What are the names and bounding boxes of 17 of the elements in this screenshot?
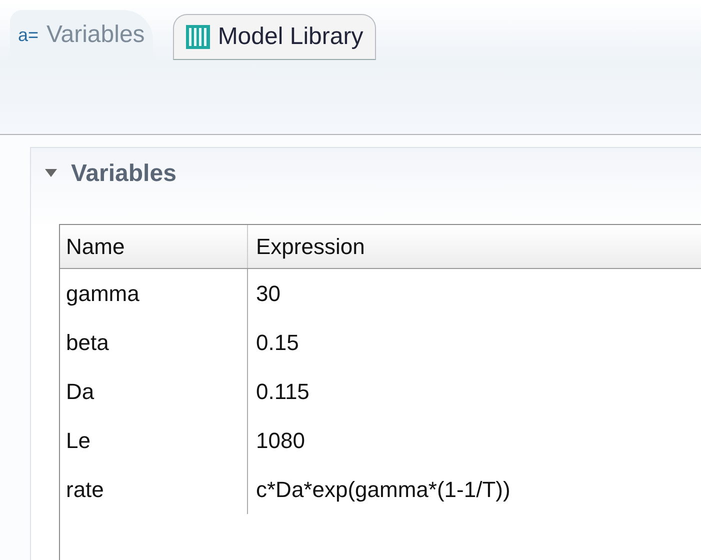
table-cell-text: c*Da*exp(gamma*(1-1/T)) [255, 476, 512, 504]
table-cell-text: 30 [255, 280, 282, 308]
table-cell: rate [60, 465, 248, 514]
collapse-icon [45, 169, 57, 179]
bars-icon [186, 25, 210, 49]
table-cell-text: 1080 [255, 427, 306, 455]
table-cell: Le [60, 416, 248, 465]
column-header[interactable]: Expression [248, 225, 701, 268]
table-cell-text: 0.115 [255, 378, 310, 406]
table-cell: Da [60, 367, 248, 416]
table-cell: beta [60, 318, 248, 367]
table-cell: gamma [60, 269, 248, 318]
tab[interactable]: Model Library [172, 14, 376, 60]
table-cell-text: 0.15 [255, 329, 300, 357]
column-header[interactable]: Name [60, 225, 248, 268]
variables-icon: a= [18, 22, 39, 48]
section-header[interactable]: Variables [31, 148, 701, 200]
